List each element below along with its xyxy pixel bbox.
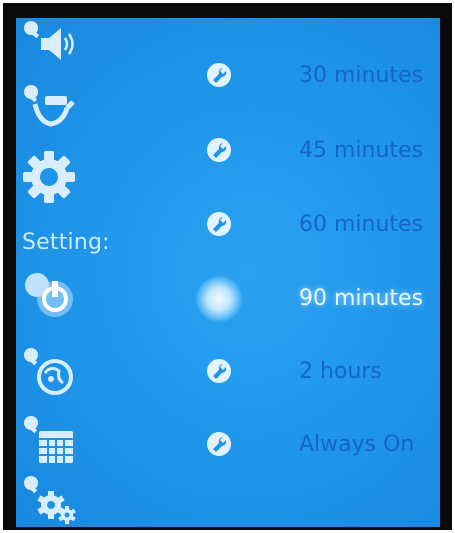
- option-90-minutes[interactable]: 90 minutes: [299, 286, 423, 311]
- option-30-minutes[interactable]: 30 minutes: [299, 63, 423, 88]
- wrench-icon: [207, 138, 231, 162]
- option-always-on[interactable]: Always On: [299, 432, 414, 457]
- sound-settings-icon[interactable]: [16, 18, 86, 70]
- option-60-minutes[interactable]: 60 minutes: [299, 212, 423, 237]
- wrench-icon: [207, 212, 231, 236]
- setting-label: Setting:: [22, 230, 110, 255]
- gears-icon[interactable]: [16, 470, 86, 527]
- radio-45-minutes[interactable]: [205, 136, 233, 164]
- radio-always-on[interactable]: [205, 430, 233, 458]
- hands-icon[interactable]: [16, 76, 86, 134]
- wrench-icon: [207, 432, 231, 456]
- radio-90-minutes-selected[interactable]: [196, 276, 242, 322]
- wrench-icon: [207, 359, 231, 383]
- option-2-hours[interactable]: 2 hours: [299, 359, 382, 384]
- settings-screen: Setting: 30 minutes 45 minutes 60 minute…: [16, 18, 440, 527]
- radio-2-hours[interactable]: [205, 357, 233, 385]
- radio-30-minutes[interactable]: [205, 61, 233, 89]
- calendar-icon[interactable]: [16, 410, 86, 468]
- option-45-minutes[interactable]: 45 minutes: [299, 138, 423, 163]
- gear-icon[interactable]: [16, 146, 86, 204]
- globe-icon[interactable]: [16, 342, 86, 400]
- radio-60-minutes[interactable]: [205, 210, 233, 238]
- wrench-icon: [207, 63, 231, 87]
- power-icon[interactable]: [16, 266, 86, 324]
